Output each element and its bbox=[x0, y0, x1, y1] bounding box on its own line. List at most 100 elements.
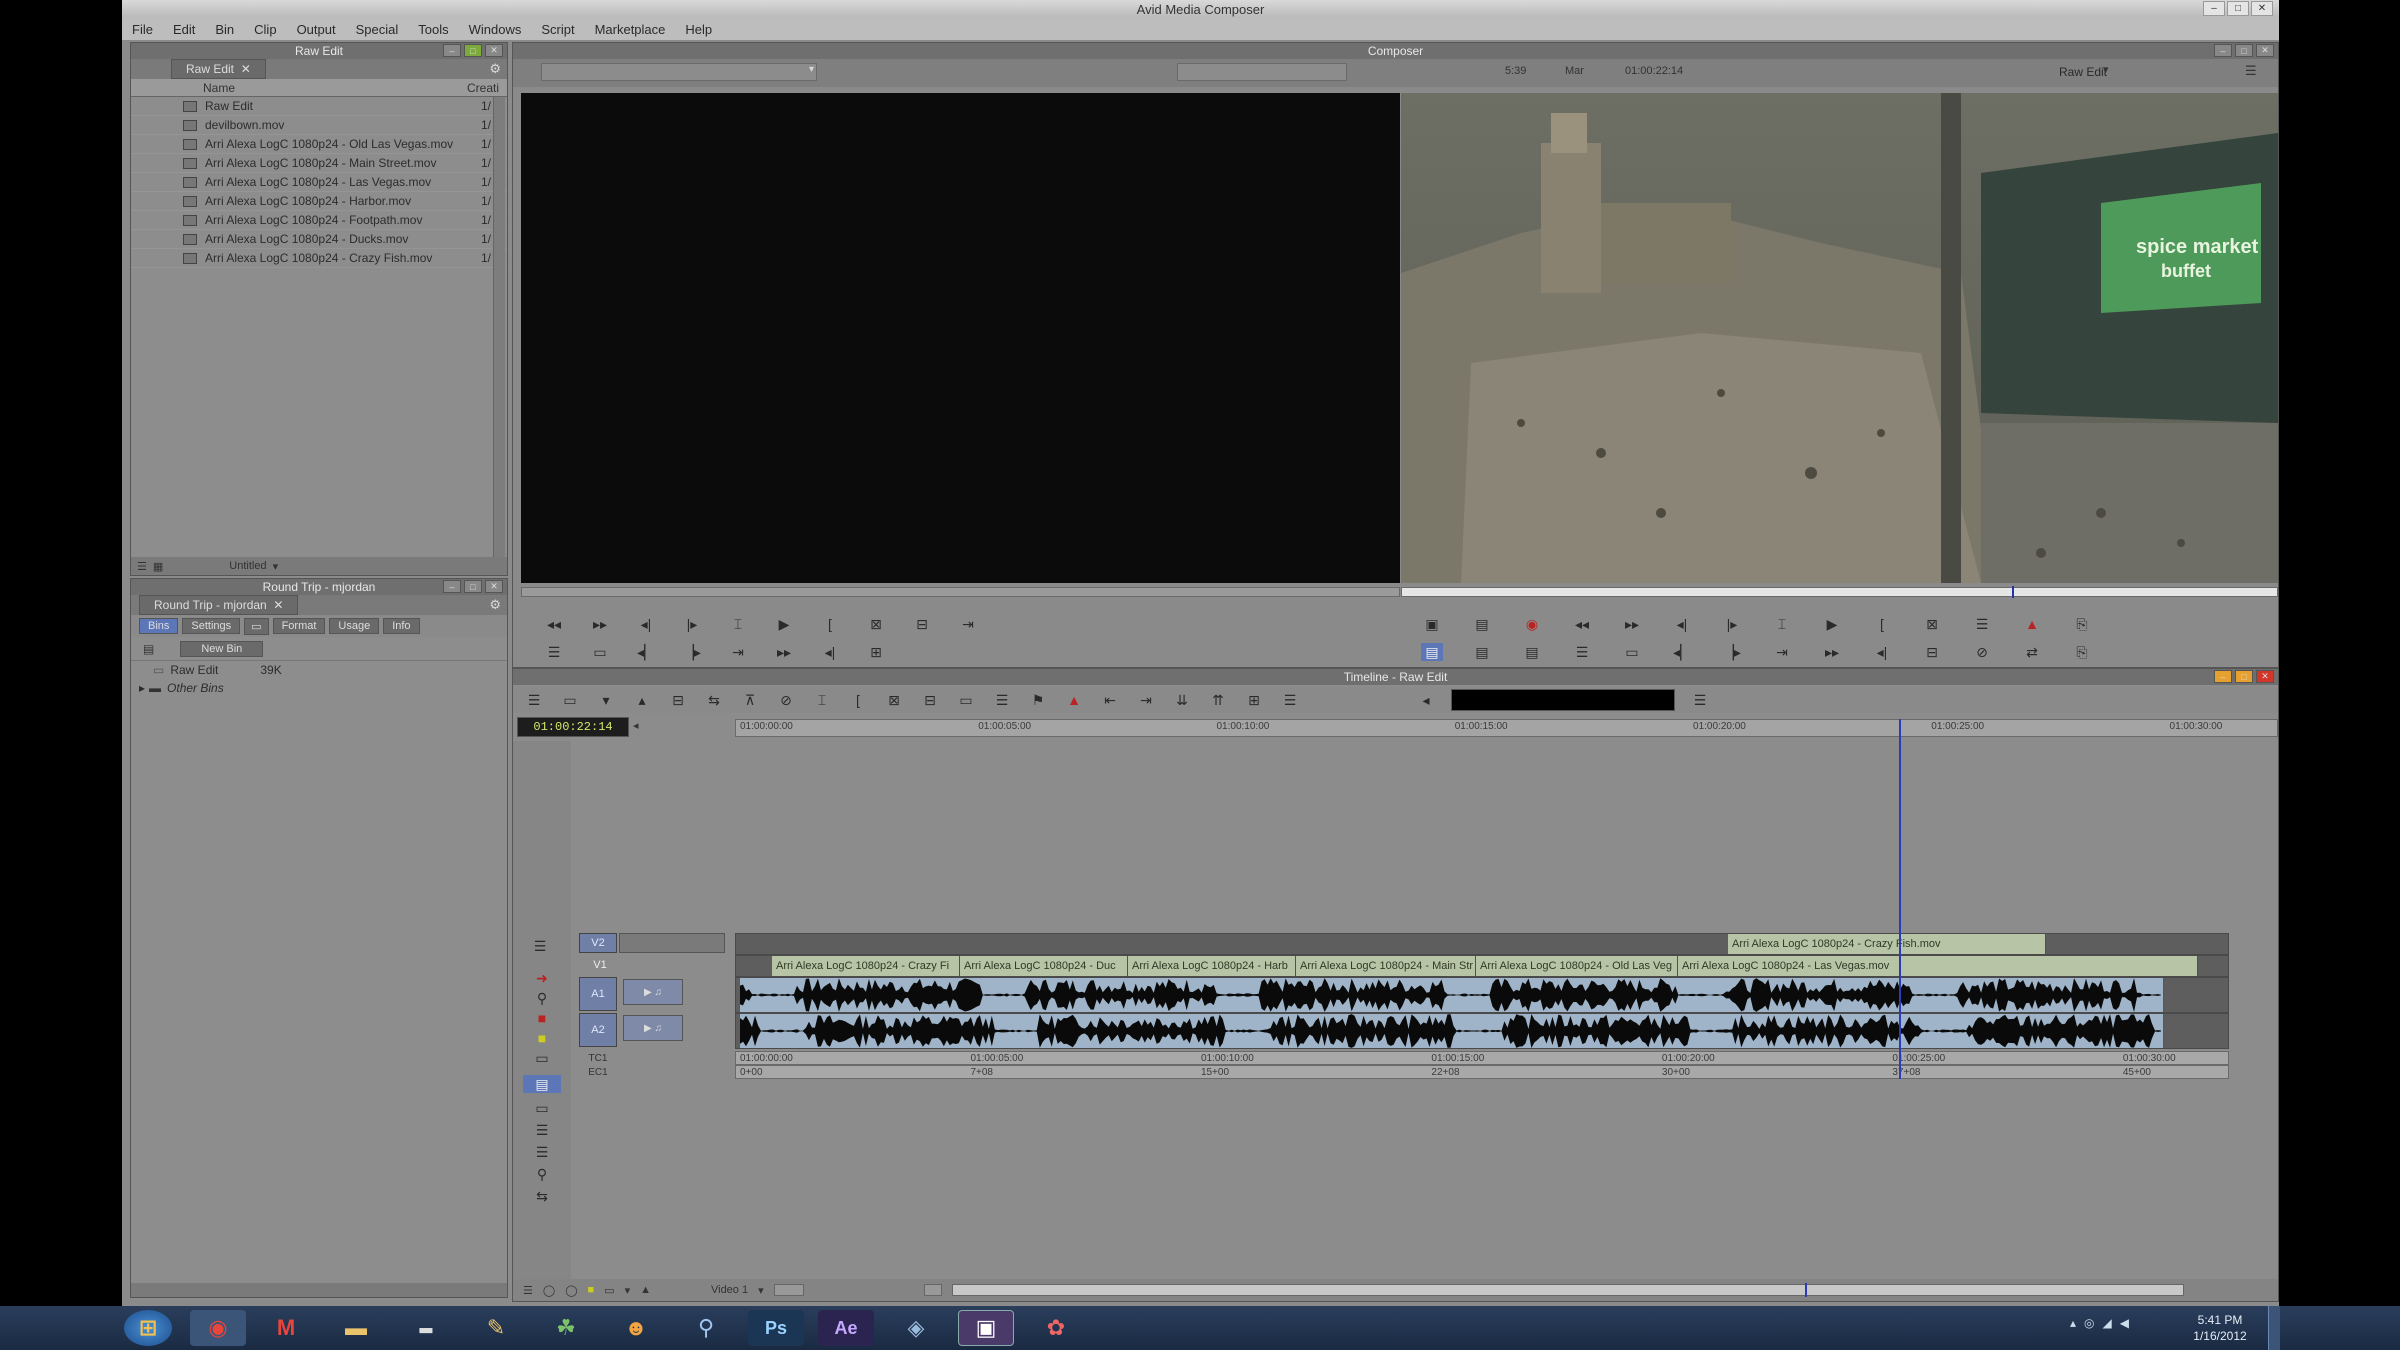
play-to-out-icon[interactable]: ⇥ bbox=[727, 643, 749, 661]
mark-in-icon[interactable]: [ bbox=[1871, 615, 1893, 633]
a1-solo-mute-icon[interactable]: ▶ ♫ bbox=[623, 979, 683, 1005]
subtab-bins[interactable]: Bins bbox=[139, 618, 179, 634]
step-forward-10-icon[interactable]: ▸▸ bbox=[1621, 615, 1643, 633]
audio-view-icon[interactable]: ▭ bbox=[531, 1099, 553, 1117]
trim-out-icon[interactable]: ⇥ bbox=[1135, 691, 1157, 709]
subclip-icon[interactable]: ⊞ bbox=[865, 643, 887, 661]
network-icon[interactable]: ⚲ bbox=[678, 1310, 734, 1346]
timeline-view-icon[interactable]: ▤ bbox=[523, 1075, 561, 1093]
chrome-icon[interactable]: ◉ bbox=[190, 1310, 246, 1346]
close-icon[interactable]: ✕ bbox=[2251, 1, 2273, 16]
trim-mode-icon[interactable]: ⇆ bbox=[531, 1187, 553, 1205]
trim-icon[interactable]: ⇄ bbox=[2021, 643, 2043, 661]
copy-icon[interactable]: ⎘ bbox=[2071, 643, 2093, 661]
chevron-down-icon[interactable]: ▾ bbox=[273, 560, 279, 573]
timeline-scrollbar[interactable] bbox=[951, 1283, 2184, 1297]
a1-audio-clip[interactable] bbox=[740, 978, 2164, 1012]
bin-clip-row[interactable]: Arri Alexa LogC 1080p24 - Main Street.mo… bbox=[131, 154, 507, 173]
go-to-next-icon[interactable]: ▴ bbox=[631, 691, 653, 709]
segment-lift-icon[interactable]: ⊞ bbox=[1243, 691, 1265, 709]
v1-clip-harbor[interactable]: Arri Alexa LogC 1080p24 - Harb bbox=[1128, 956, 1296, 976]
tray-volume-icon[interactable]: ◀ bbox=[2120, 1316, 2129, 1330]
subtab-settings[interactable]: Settings bbox=[182, 618, 241, 634]
chevron-down-icon[interactable]: ▾ bbox=[758, 1284, 764, 1297]
menu-output[interactable]: Output bbox=[297, 22, 336, 37]
track-a2-record[interactable]: A2 bbox=[579, 1013, 617, 1047]
track-v2-record[interactable]: V2 bbox=[579, 933, 617, 953]
yellow-tag-icon[interactable]: ■ bbox=[531, 1029, 553, 1047]
join-icon[interactable]: ⇈ bbox=[1207, 691, 1229, 709]
data-view-icon[interactable]: ☰ bbox=[531, 1121, 553, 1139]
subclip-icon[interactable]: ⊟ bbox=[667, 691, 689, 709]
v2-clip-crazy-fish[interactable]: Arri Alexa LogC 1080p24 - Crazy Fish.mov bbox=[1728, 934, 2046, 954]
project-horizontal-scrollbar[interactable] bbox=[131, 1283, 507, 1297]
bin-tab[interactable]: Raw Edit ✕ bbox=[171, 59, 266, 79]
list-view-icon[interactable]: ☰ bbox=[531, 1143, 553, 1161]
red-arrow-icon[interactable]: ➜ bbox=[531, 969, 553, 987]
minimize-icon[interactable]: – bbox=[2203, 1, 2225, 16]
subtab-format[interactable]: Format bbox=[272, 618, 326, 634]
after-effects-icon[interactable]: Ae bbox=[818, 1310, 874, 1346]
splice-icon[interactable]: ☰ bbox=[991, 691, 1013, 709]
menu-clip[interactable]: Clip bbox=[254, 22, 276, 37]
v1-clip-old-las-vegas[interactable]: Arri Alexa LogC 1080p24 - Old Las Veg bbox=[1476, 956, 1678, 976]
bin-clip-row[interactable]: devilbown.mov 1/ bbox=[131, 116, 507, 135]
minimize-icon[interactable]: – bbox=[443, 44, 461, 57]
tray-network-icon[interactable]: ◎ bbox=[2084, 1316, 2094, 1330]
bin-scrollbar[interactable] bbox=[493, 97, 505, 559]
avid-icon[interactable]: ▣ bbox=[958, 1310, 1014, 1346]
sync-lock-icon[interactable]: ▭ bbox=[531, 1049, 553, 1067]
play-to-out-icon[interactable]: ⇥ bbox=[1771, 643, 1793, 661]
mark-in-out-icon[interactable]: ⌶ bbox=[727, 615, 749, 633]
v1-clip-crazy-fish[interactable]: Arri Alexa LogC 1080p24 - Crazy Fi bbox=[772, 956, 960, 976]
v1-clip-ducks[interactable]: Arri Alexa LogC 1080p24 - Duc bbox=[960, 956, 1128, 976]
a2-solo-mute-icon[interactable]: ▶ ♫ bbox=[623, 1015, 683, 1041]
start-button-icon[interactable]: ⊞ bbox=[124, 1310, 172, 1346]
go-to-out-icon[interactable]: ▕▸ bbox=[1721, 643, 1743, 661]
menu-script[interactable]: Script bbox=[541, 22, 574, 37]
fast-forward-icon[interactable]: ▸▸ bbox=[773, 643, 795, 661]
step-forward-icon[interactable]: |▸ bbox=[1721, 615, 1743, 633]
go-to-in-icon[interactable]: ◂▏ bbox=[635, 643, 657, 661]
clear-marks-icon[interactable]: ⊠ bbox=[865, 615, 887, 633]
bin-clip-row[interactable]: Arri Alexa LogC 1080p24 - Crazy Fish.mov… bbox=[131, 249, 507, 268]
project-item-other-bins[interactable]: ▸ ▬ Other Bins bbox=[131, 679, 507, 697]
fast-forward-icon[interactable]: ▸▸ bbox=[1821, 643, 1843, 661]
new-bin-button[interactable]: New Bin bbox=[180, 640, 264, 657]
step-back-icon[interactable]: ◂| bbox=[635, 615, 657, 633]
timeline-track-view-select[interactable]: Video 1 bbox=[711, 1284, 748, 1296]
expand-triangle-icon[interactable]: ▸ bbox=[139, 681, 145, 695]
menu-bin[interactable]: Bin bbox=[215, 22, 234, 37]
mark-clip-icon[interactable]: ⊟ bbox=[911, 615, 933, 633]
subtab-usage[interactable]: Usage bbox=[329, 618, 380, 634]
menu-file[interactable]: File bbox=[132, 22, 153, 37]
close-icon[interactable]: ✕ bbox=[2256, 44, 2274, 57]
record-view-icon[interactable]: ▤ bbox=[1471, 643, 1493, 661]
step-back-10-icon[interactable]: ◂◂ bbox=[543, 615, 565, 633]
terminal-icon[interactable]: ▬ bbox=[398, 1310, 454, 1346]
step-forward-10-icon[interactable]: ▸▸ bbox=[589, 615, 611, 633]
photoshop-icon[interactable]: Ps bbox=[748, 1310, 804, 1346]
overwrite-icon[interactable]: ▭ bbox=[1621, 643, 1643, 661]
segment-extract-icon[interactable]: ☰ bbox=[1279, 691, 1301, 709]
splice-icon[interactable]: ☰ bbox=[1571, 643, 1593, 661]
link-icon[interactable]: ⚲ bbox=[531, 989, 553, 1007]
show-desktop-button[interactable] bbox=[2268, 1306, 2280, 1350]
bin-view-select[interactable]: Untitled bbox=[229, 560, 266, 572]
extract-icon[interactable]: ⎘ bbox=[2071, 615, 2093, 633]
source-view-icon[interactable]: ▤ bbox=[1421, 643, 1443, 661]
bin-clip-row[interactable]: Arri Alexa LogC 1080p24 - Footpath.mov 1/ bbox=[131, 211, 507, 230]
menu-windows[interactable]: Windows bbox=[469, 22, 522, 37]
timeline-options-icon[interactable]: ☰ bbox=[523, 1284, 533, 1297]
match-frame-icon[interactable]: ◂| bbox=[819, 643, 841, 661]
play-icon[interactable]: ▶ bbox=[773, 615, 795, 633]
track-tc1-label[interactable]: TC1 bbox=[579, 1051, 617, 1065]
fox-icon[interactable]: ☻ bbox=[608, 1310, 664, 1346]
clear-marks-icon[interactable]: ⊠ bbox=[883, 691, 905, 709]
eject-icon[interactable]: ▲ bbox=[640, 1284, 651, 1296]
resolve-icon[interactable]: ✿ bbox=[1028, 1310, 1084, 1346]
bin-clip-row[interactable]: Arri Alexa LogC 1080p24 - Old Las Vegas.… bbox=[131, 135, 507, 154]
mark-clip-icon[interactable]: ⌶ bbox=[811, 691, 833, 709]
bin-list-icon[interactable]: ▤ bbox=[143, 642, 154, 656]
step-back-icon[interactable]: ◂| bbox=[1671, 615, 1693, 633]
